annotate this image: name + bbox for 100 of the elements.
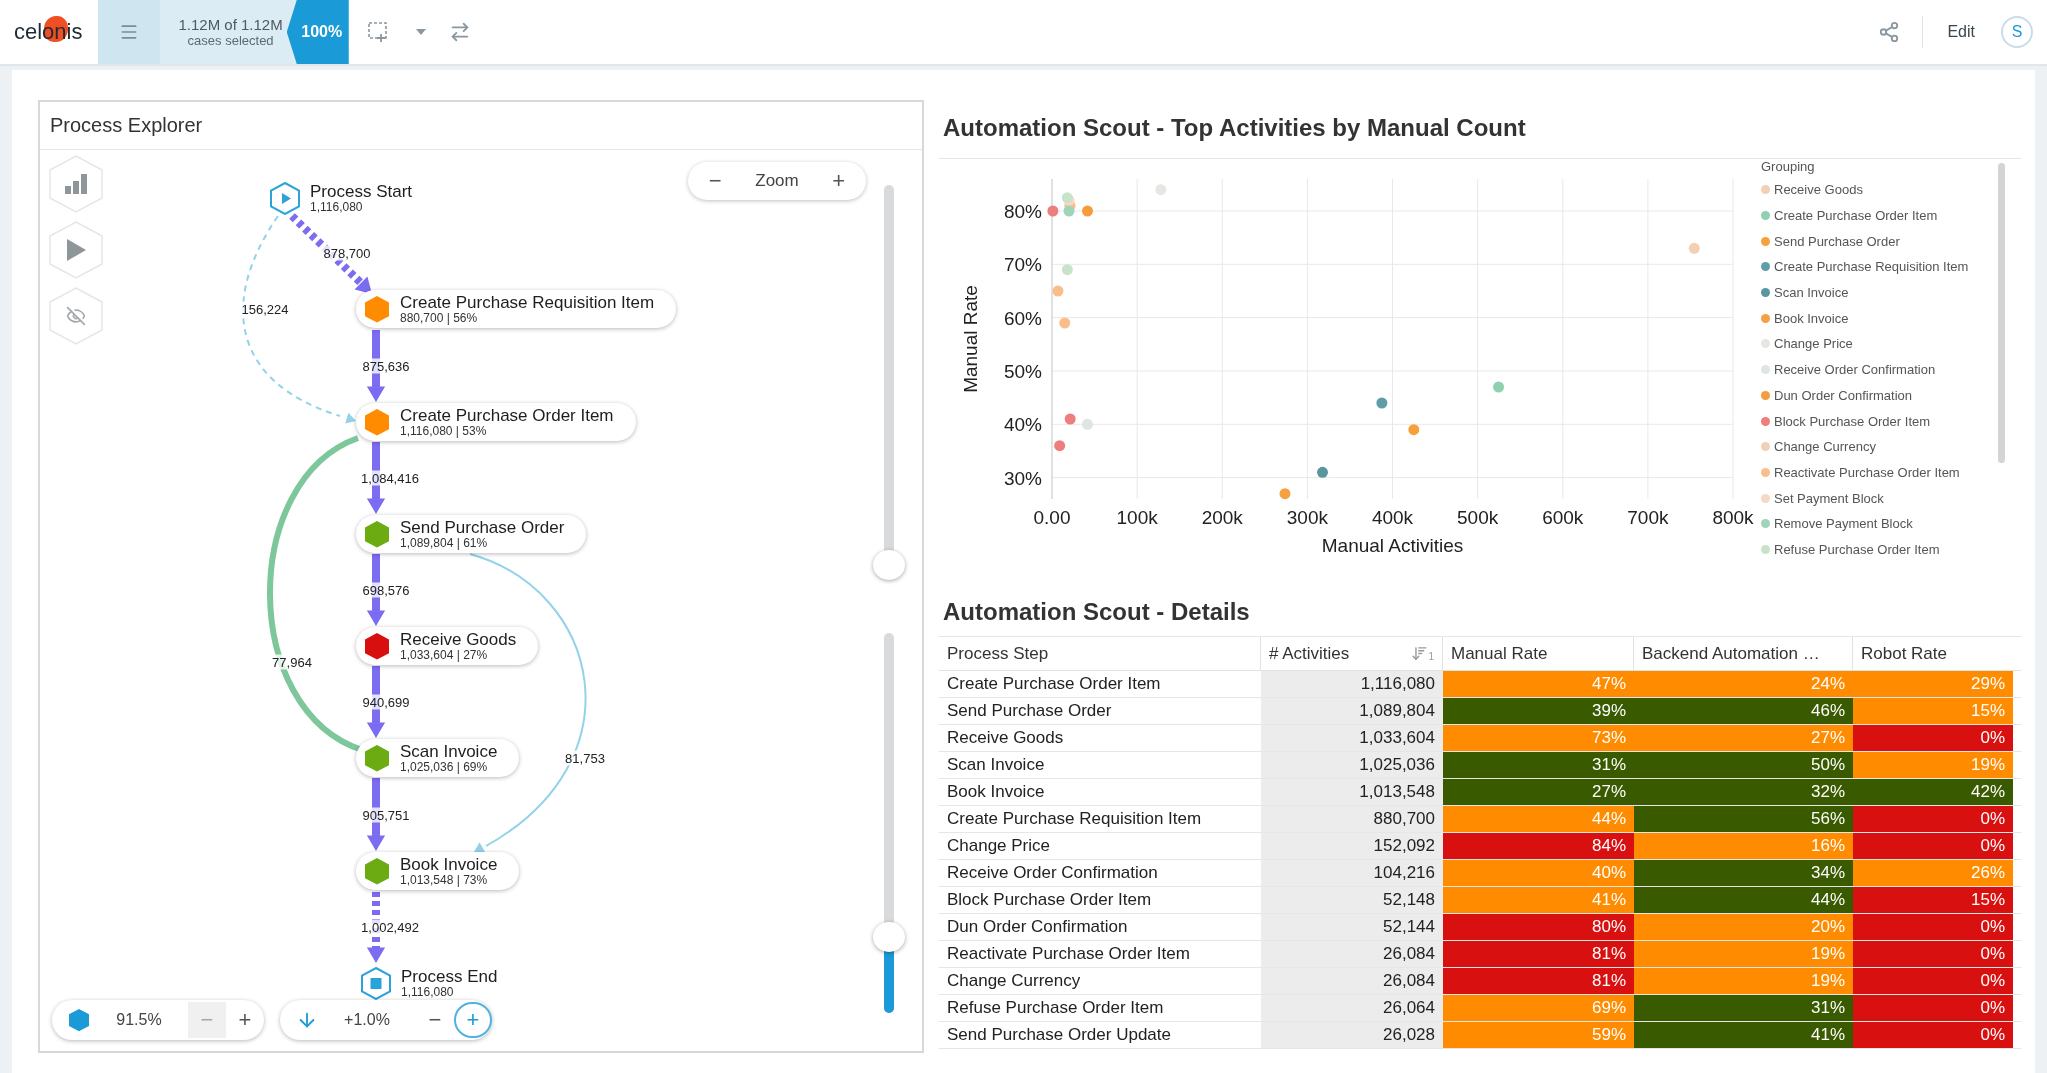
play-button[interactable]	[48, 220, 104, 280]
bar-chart-icon	[64, 173, 88, 195]
column-header[interactable]: Robot Rate	[1861, 643, 1947, 664]
activity-node[interactable]: Send Purchase Order 1,089,804 | 61%	[356, 515, 587, 553]
minus-button[interactable]: −	[416, 1002, 454, 1038]
threshold-value: 91.5%	[115, 1011, 163, 1029]
rate-cell: 80%	[1443, 914, 1634, 940]
activity-node[interactable]: Create Purchase Order Item 1,116,080 | 53%	[356, 403, 636, 441]
legend-label: Remove Payment Block	[1774, 516, 1913, 532]
sort-icon[interactable]	[1411, 645, 1429, 662]
tick-label: 200k	[1201, 507, 1243, 528]
rate-cell: 0%	[1853, 725, 2013, 751]
data-point	[1408, 424, 1420, 436]
rate-cell: 81%	[1443, 941, 1634, 967]
menu-button[interactable]	[98, 0, 161, 64]
rate-cell: 0%	[1853, 914, 2013, 940]
activity-node[interactable]: Create Purchase Requisition Item 880,700 | 56%	[356, 290, 677, 328]
data-point	[1317, 466, 1329, 478]
eye-off-icon	[66, 306, 86, 326]
activity-node[interactable]: Book Invoice 1,013,548 | 73%	[356, 852, 520, 890]
column-header[interactable]: Manual Rate	[1451, 643, 1548, 664]
edge-count: 940,699	[360, 694, 412, 710]
rate-cell: 31%	[1443, 752, 1634, 778]
column-header[interactable]: Backend Automation …	[1642, 643, 1820, 664]
zoom-in-button[interactable]: +	[824, 168, 854, 194]
legend-label: Scan Invoice	[1774, 285, 1849, 301]
rate-cell: 34%	[1634, 860, 1853, 886]
rate-cell: 19%	[1634, 968, 1853, 994]
rate-cell: 15%	[1853, 698, 2013, 724]
rate-cell: 50%	[1634, 752, 1853, 778]
slider-thumb[interactable]	[873, 550, 905, 580]
rate-cell: 0%	[1853, 941, 2013, 967]
table-cell: 1,025,036	[1261, 752, 1443, 778]
edit-button[interactable]: Edit	[1931, 0, 1991, 64]
rate-cell: 16%	[1634, 833, 1853, 859]
legend-label: Change Currency	[1774, 439, 1876, 455]
rate-cell: 0%	[1853, 833, 2013, 859]
rate-cell: 47%	[1443, 671, 1634, 697]
table-cell: 26,084	[1261, 941, 1443, 967]
tick-label: 30%	[1003, 467, 1042, 489]
table-cell-text: Send Purchase Order	[946, 700, 1113, 722]
rate-cell: 41%	[1634, 1022, 1853, 1048]
edge-count: 905,751	[360, 807, 412, 823]
data-point	[1064, 413, 1076, 425]
column-header[interactable]: Process Step	[947, 643, 1049, 664]
table-cell: 1,013,548	[1261, 779, 1443, 805]
activity-node[interactable]: Receive Goods 1,033,604 | 27%	[356, 627, 539, 665]
edge-count: 1,084,416	[359, 470, 421, 486]
data-point	[1279, 488, 1291, 500]
table-cell: 1,116,080	[1261, 671, 1443, 697]
legend-label: Change Price	[1774, 336, 1853, 352]
table-cell-text: Change Price	[946, 835, 1051, 857]
rate-cell: 39%	[1443, 698, 1634, 724]
hide-button[interactable]	[48, 286, 104, 346]
tick-label: 70%	[1003, 254, 1042, 276]
edge-count: 878,700	[321, 245, 373, 261]
panel-title: Process Explorer	[50, 114, 203, 137]
rate-cell: 73%	[1443, 725, 1634, 751]
table-cell-text: Reactivate Purchase Order Item	[946, 943, 1191, 965]
percent-badge: 100%	[286, 0, 349, 64]
scrollbar[interactable]	[1998, 163, 2005, 463]
start-node[interactable]: Process Start 1,116,080	[270, 179, 413, 217]
zoom-out-button[interactable]: −	[700, 168, 730, 194]
table-cell: 26,084	[1261, 968, 1443, 994]
rate-cell: 0%	[1853, 968, 2013, 994]
edge-count: 81,753	[563, 750, 607, 766]
column-header[interactable]: # Activities	[1269, 643, 1350, 664]
table-cell: 52,144	[1261, 914, 1443, 940]
table-cell-text: Receive Goods	[946, 727, 1065, 749]
legend-label: Dun Order Confirmation	[1774, 387, 1912, 403]
hexagon-icon	[68, 1007, 90, 1033]
tick-label: 600k	[1542, 507, 1584, 528]
play-icon	[270, 181, 300, 215]
rate-cell: 19%	[1634, 941, 1853, 967]
rate-cell: 44%	[1443, 806, 1634, 832]
threshold-value: +1.0%	[343, 1011, 391, 1029]
chart-title: Automation Scout - Top Activities by Manual Count	[942, 113, 1527, 143]
data-point	[1059, 317, 1071, 329]
tick-label: 500k	[1457, 507, 1499, 528]
activity-node[interactable]: Scan Invoice 1,025,036 | 69%	[356, 739, 520, 777]
data-point	[1493, 381, 1505, 393]
table-cell-text: Scan Invoice	[946, 754, 1046, 776]
bar-chart-button[interactable]	[48, 154, 104, 214]
tick-label: 50%	[1003, 361, 1042, 382]
legend-label: Receive Goods	[1774, 182, 1863, 198]
rate-cell: 0%	[1853, 1022, 2013, 1048]
rate-cell: 32%	[1634, 779, 1853, 805]
end-node[interactable]: Process End 1,116,080	[361, 964, 498, 1002]
rate-cell: 26%	[1853, 860, 2013, 886]
zoom-label: Zoom	[755, 171, 799, 191]
slider-thumb[interactable]	[873, 922, 905, 952]
edge-count: 77,964	[270, 654, 314, 670]
legend-label: Create Purchase Order Item	[1774, 208, 1938, 224]
rate-cell: 46%	[1634, 698, 1853, 724]
tick-label: 400k	[1371, 507, 1414, 528]
plus-button[interactable]: +	[226, 1002, 264, 1038]
rate-cell: 27%	[1634, 725, 1853, 751]
data-point	[1052, 285, 1064, 297]
legend-label: Create Purchase Requisition Item	[1774, 259, 1969, 275]
rate-cell: 44%	[1634, 887, 1853, 913]
